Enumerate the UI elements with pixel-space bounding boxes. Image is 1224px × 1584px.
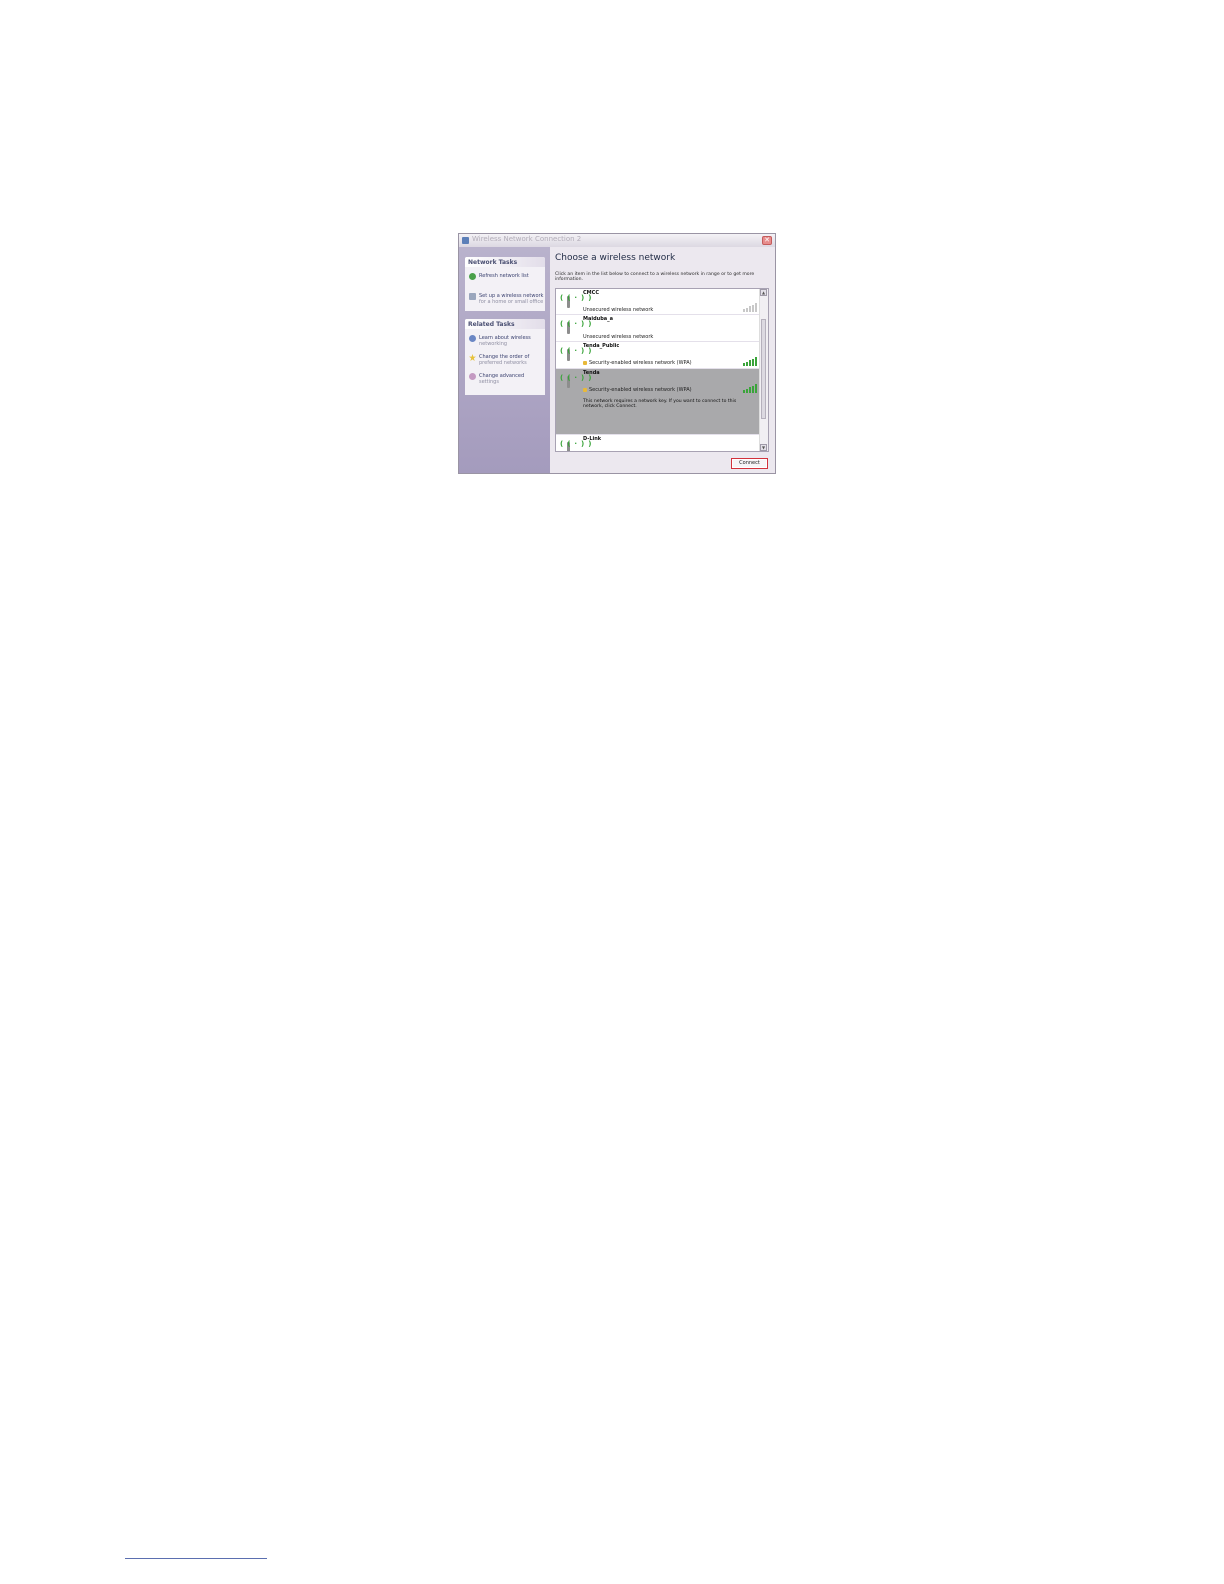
- network-list-scrollbar[interactable]: ▲ ▼: [759, 289, 768, 451]
- network-tasks-panel: Network Tasks Refresh network list Set u…: [465, 257, 545, 311]
- task-sublabel: networking: [479, 341, 508, 347]
- task-sublabel: settings: [479, 379, 499, 385]
- info-icon: [469, 335, 476, 342]
- wireless-antenna-icon: ((·)): [560, 372, 591, 389]
- title-bar[interactable]: Wireless Network Connection 2 ✕: [459, 234, 775, 247]
- network-name: CMCC: [583, 290, 599, 296]
- instructions-text: Click an item in the list below to conne…: [555, 272, 755, 282]
- task-sidebar: Network Tasks Refresh network list Set u…: [459, 247, 550, 473]
- network-security-status: Security-enabled wireless network (WPA): [589, 387, 692, 393]
- network-item-tenda-public[interactable]: ((·)) Tenda_Public Security-enabled wire…: [556, 342, 760, 369]
- refresh-icon: [469, 273, 476, 280]
- wireless-antenna-icon: ((·)): [560, 438, 591, 451]
- task-sublabel: for a home or small office: [479, 299, 544, 305]
- star-icon: [469, 354, 476, 361]
- scroll-thumb[interactable]: [761, 319, 766, 419]
- network-name: Tenda_Public: [583, 343, 620, 349]
- lock-icon: [583, 387, 587, 392]
- network-name: D-Link: [583, 436, 602, 442]
- settings-icon: [469, 373, 476, 380]
- scroll-up-button[interactable]: ▲: [760, 289, 767, 296]
- wireless-antenna-icon: ((·)): [560, 345, 591, 362]
- signal-strength-icon: [743, 357, 757, 366]
- wireless-network-icon: [462, 237, 469, 244]
- network-name: Tenda: [583, 370, 600, 376]
- network-item-tenda[interactable]: ((·)) Tenda Security-enabled wireless ne…: [556, 369, 760, 435]
- network-item-maiduba[interactable]: ((·)) Maiduba_a Unsecured wireless netwo…: [556, 315, 760, 342]
- network-item-d-link[interactable]: ((·)) D-Link: [556, 435, 760, 451]
- network-tasks-header: Network Tasks: [465, 257, 545, 267]
- task-sublabel: preferred networks: [479, 360, 527, 366]
- network-security-status: Security-enabled wireless network (WPA): [589, 360, 692, 366]
- scroll-down-button[interactable]: ▼: [760, 444, 767, 451]
- page-title: Choose a wireless network: [555, 253, 676, 263]
- main-pane: Choose a wireless network Click an item …: [550, 247, 775, 473]
- window-title: Wireless Network Connection 2: [472, 235, 582, 243]
- lock-icon: [583, 360, 587, 365]
- wireless-antenna-icon: ((·)): [560, 292, 591, 309]
- network-security-status: Unsecured wireless network: [583, 334, 654, 340]
- signal-strength-icon: [743, 384, 757, 393]
- wireless-antenna-icon: ((·)): [560, 318, 591, 335]
- network-name: Maiduba_a: [583, 316, 614, 322]
- setup-network-icon: [469, 293, 476, 300]
- related-tasks-panel: Related Tasks Learn about wireless networ…: [465, 319, 545, 395]
- network-detail-text: This network requires a network key. If …: [583, 399, 737, 409]
- network-list[interactable]: ((·)) CMCC Unsecured wireless network ((…: [555, 288, 769, 452]
- close-button[interactable]: ✕: [762, 236, 772, 245]
- task-label: Refresh network list: [479, 273, 529, 279]
- network-item-cmcc[interactable]: ((·)) CMCC Unsecured wireless network: [556, 289, 760, 315]
- related-tasks-header: Related Tasks: [465, 319, 545, 329]
- signal-strength-icon: [743, 303, 757, 312]
- connect-button[interactable]: Connect: [731, 458, 768, 469]
- network-security-status: Unsecured wireless network: [583, 307, 654, 313]
- wireless-connection-window: Wireless Network Connection 2 ✕ Network …: [458, 233, 776, 474]
- footnote-separator: [125, 1558, 267, 1559]
